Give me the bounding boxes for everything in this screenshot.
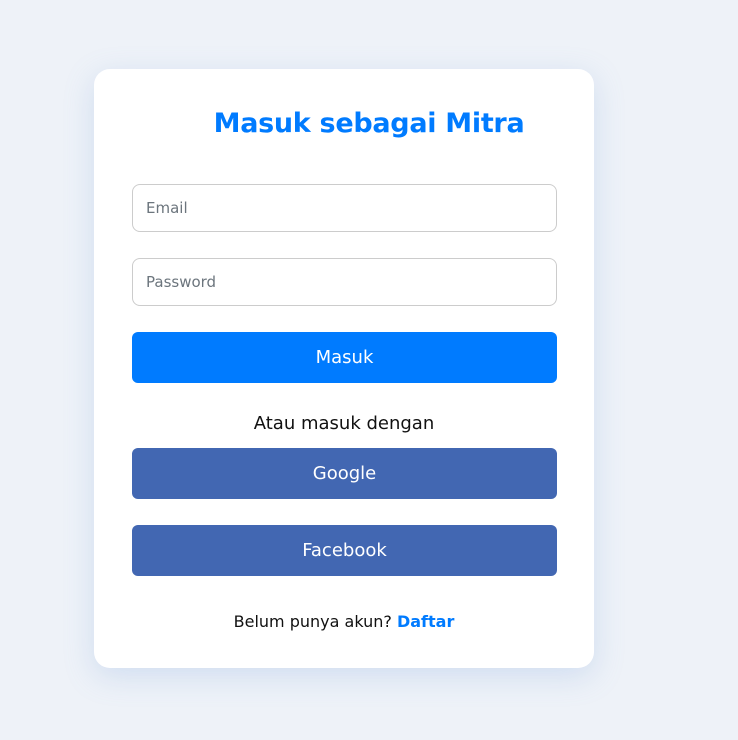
alt-login-label: Atau masuk dengan <box>253 413 435 434</box>
password-input[interactable] <box>132 258 557 306</box>
signup-link[interactable]: Daftar <box>397 612 454 631</box>
facebook-login-button[interactable]: Facebook <box>132 525 557 576</box>
email-input[interactable] <box>132 184 557 232</box>
google-login-button[interactable]: Google <box>132 448 557 499</box>
page-title: Masuk sebagai Mitra <box>213 108 525 139</box>
signup-prompt-text: Belum punya akun? <box>233 612 392 631</box>
signup-prompt: Belum punya akun? Daftar <box>94 612 594 631</box>
login-button[interactable]: Masuk <box>132 332 557 383</box>
